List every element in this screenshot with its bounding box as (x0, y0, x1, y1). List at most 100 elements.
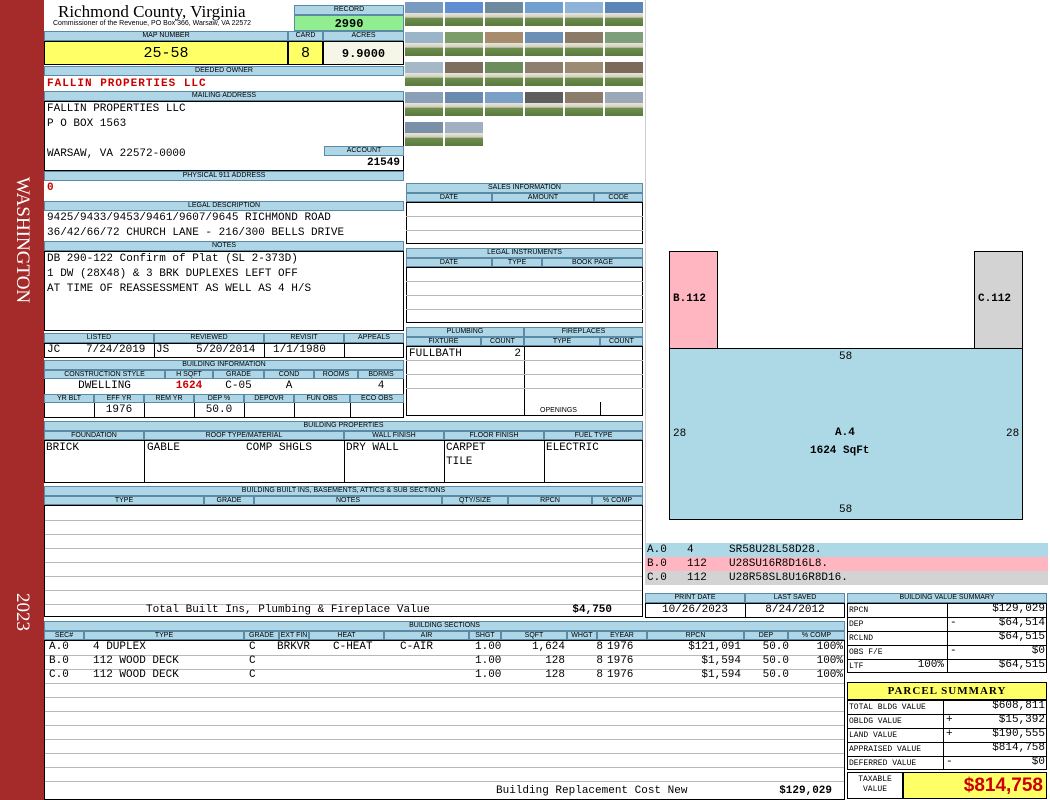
legal-instruments-header: LEGAL INSTRUMENTS (406, 248, 643, 258)
table-cell: 100% (816, 641, 843, 653)
account-header: ACCOUNT (324, 146, 404, 156)
construction-style: DWELLING (78, 380, 131, 392)
floor-finish-header: FLOOR FINISH (444, 431, 544, 440)
fuel-type-header: FUEL TYPE (544, 431, 643, 440)
legend-num: 112 (687, 572, 707, 584)
vs-ltf-pct: 100% (917, 659, 944, 671)
table-cell: A.0 (49, 641, 69, 653)
ps-land: $190,555 (992, 728, 1045, 740)
ps-appraised: $814,758 (992, 742, 1045, 754)
depreciation-pct: 50.0 (205, 404, 233, 416)
ps-deferred: $0 (1031, 756, 1045, 768)
print-date: 10/26/2023 (661, 604, 728, 616)
legend-code: U28R58SL8U16R8D16. (729, 572, 848, 584)
property-photo[interactable] (485, 62, 523, 86)
notes-header: NOTES (44, 241, 404, 251)
legend-code: SR58U28L58D28. (729, 544, 822, 556)
table-cell: C (249, 641, 256, 653)
table-cell: 128 (545, 655, 565, 667)
property-photo[interactable] (565, 2, 603, 26)
table-cell: 128 (545, 669, 565, 681)
property-photo[interactable] (525, 92, 563, 116)
property-photo[interactable] (565, 32, 603, 56)
property-photo[interactable] (565, 92, 603, 116)
table-cell: 100% (816, 669, 843, 681)
property-photo[interactable] (445, 2, 483, 26)
sketch-dim-top: 58 (839, 351, 853, 363)
mailing-line-1: FALLIN PROPERTIES LLC (47, 103, 186, 115)
ps-total-bldg-label: TOTAL BLDG VALUE (849, 703, 926, 712)
listed-date: 7/24/2019 (86, 344, 146, 356)
plumbing-header: PLUMBING (406, 327, 524, 337)
fireplace-type-header: TYPE (524, 337, 600, 346)
builtin-grade-header: GRADE (204, 496, 254, 505)
appeals-header: APPEALS (344, 333, 404, 343)
section-column-header: AIR (384, 631, 469, 640)
property-photo[interactable] (445, 122, 483, 146)
plumbing-count: 2 (514, 348, 521, 360)
property-photo[interactable] (605, 92, 643, 116)
property-photo[interactable] (605, 2, 643, 26)
foundation-value: BRICK (46, 442, 80, 454)
vs-obs: $0 (1031, 645, 1045, 657)
table-cell: 1976 (607, 655, 634, 667)
sketch-a-area: 1624 SqFt (810, 445, 870, 457)
property-photo[interactable] (405, 92, 443, 116)
eff-year: 1976 (105, 404, 133, 416)
section-column-header: TYPE (84, 631, 244, 640)
eco-obs-header: ECO OBS (350, 394, 404, 403)
section-column-header: RPCN (647, 631, 744, 640)
taxable-label-1: TAXABLE (858, 775, 892, 784)
table-row[interactable]: B.0 112 WOOD DECK C 1.00 128 8 1976 $1,594 50.0 1… (45, 655, 844, 669)
property-photo[interactable] (405, 32, 443, 56)
depovr-header: DEPOVR (244, 394, 294, 403)
eff-yr-header: EFF YR (94, 394, 144, 403)
roof-material-value: COMP SHGLS (246, 442, 313, 454)
property-photo[interactable] (485, 32, 523, 56)
fireplaces-header: FIREPLACES (524, 327, 643, 337)
legal-description-header: LEGAL DESCRIPTION (44, 201, 404, 211)
wall-finish-header: WALL FINISH (344, 431, 444, 440)
photo-grid[interactable] (405, 0, 645, 160)
property-photo[interactable] (485, 92, 523, 116)
cond-value: A (285, 380, 293, 392)
building-properties-header: BUILDING PROPERTIES (44, 421, 643, 431)
mailing-address-header: MAILING ADDRESS (44, 91, 404, 101)
property-photo[interactable] (485, 2, 523, 26)
property-photo[interactable] (525, 2, 563, 26)
cond-header: COND (264, 370, 314, 379)
legend-num: 112 (687, 558, 707, 570)
table-row[interactable]: C.0 112 WOOD DECK C 1.00 128 8 1976 $1,594 50.0 1… (45, 669, 844, 683)
acres-header: ACRES (323, 31, 404, 41)
property-photo[interactable] (445, 62, 483, 86)
property-photo[interactable] (525, 32, 563, 56)
last-saved-header: LAST SAVED (745, 593, 845, 603)
property-photo[interactable] (445, 92, 483, 116)
floor-finish-value-2: TILE (446, 456, 473, 468)
property-photo[interactable] (445, 32, 483, 56)
grade-header: GRADE (213, 370, 264, 379)
legend-id: C.0 (647, 572, 667, 584)
property-photo[interactable] (565, 62, 603, 86)
section-column-header: SQFT (501, 631, 567, 640)
print-date-header: PRINT DATE (645, 593, 745, 603)
taxable-label-2: VALUE (862, 785, 887, 794)
sales-amount-header: AMOUNT (492, 193, 594, 202)
property-photo[interactable] (605, 32, 643, 56)
property-photo[interactable] (605, 62, 643, 86)
property-photo[interactable] (405, 62, 443, 86)
instr-date-header: DATE (406, 258, 492, 267)
section-column-header: SEC# (44, 631, 84, 640)
sales-table (406, 202, 643, 244)
ps-obldg-label: OBLDG VALUE (849, 717, 902, 726)
section-column-header: % COMP (788, 631, 845, 640)
property-photo[interactable] (525, 62, 563, 86)
built-ins-header: BUILDING BUILT INS, BASEMENTS, ATTICS & … (44, 486, 643, 496)
table-cell: C (249, 655, 256, 667)
table-row[interactable]: A.0 4 DUPLEX C BRKVR C-HEAT C-AIR 1.00 1,624 8 19… (45, 641, 844, 655)
property-photo[interactable] (405, 2, 443, 26)
mailing-line-3: WARSAW, VA 22572-0000 (47, 148, 186, 160)
sales-code-header: CODE (594, 193, 643, 202)
property-photo[interactable] (405, 122, 443, 146)
deeded-owner-header: DEEDED OWNER (44, 66, 404, 76)
